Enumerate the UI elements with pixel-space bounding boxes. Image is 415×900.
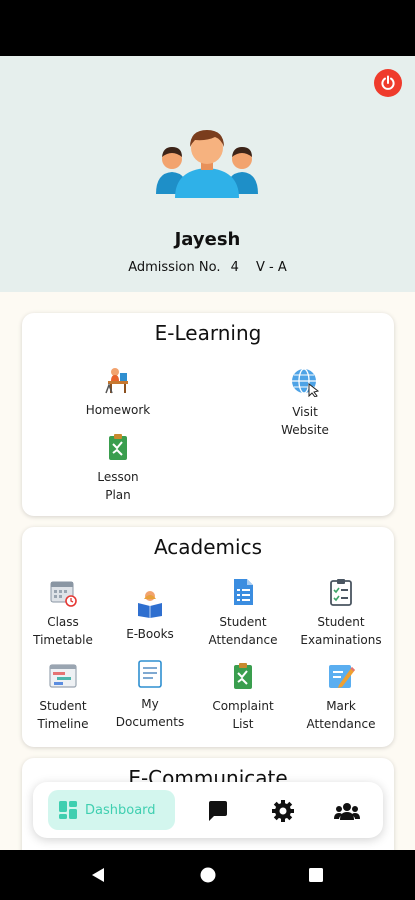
complaint-list-tile[interactable]: Complaint List [193, 661, 293, 733]
class-timetable-tile[interactable]: Class Timetable [13, 577, 113, 649]
nav-settings[interactable] [270, 798, 296, 824]
admission-number: 4 [230, 260, 239, 275]
timeline-icon [49, 664, 77, 688]
visit-website-label: Visit Website [281, 405, 329, 437]
nav-dashboard-label: Dashboard [85, 802, 156, 818]
lesson-plan-label: Lesson Plan [97, 470, 139, 502]
power-icon [381, 75, 395, 90]
e-books-icon [138, 591, 162, 618]
class-section: V - A [256, 260, 287, 275]
status-bar [0, 0, 415, 56]
academics-card: Academics Class Timetable E-Books Studen… [22, 527, 394, 747]
student-examinations-tile[interactable]: Student Examinations [291, 577, 391, 649]
examinations-icon [330, 579, 352, 606]
lesson-plan-icon [109, 434, 127, 460]
homework-label: Homework [85, 403, 151, 417]
documents-icon [138, 660, 162, 688]
nav-messages[interactable] [205, 798, 231, 824]
group-icon [334, 803, 360, 820]
class-timetable-label: Class Timetable [33, 615, 93, 647]
e-learning-title: E-Learning [154, 321, 262, 345]
student-attendance-label: Student Attendance [208, 615, 278, 647]
student-attendance-tile[interactable]: Student Attendance [193, 577, 293, 649]
logout-button[interactable] [374, 69, 402, 97]
admission-label: Admission No. [128, 260, 221, 275]
back-icon[interactable] [89, 866, 107, 884]
chat-icon [209, 801, 227, 821]
student-timeline-tile[interactable]: Student Timeline [13, 661, 113, 733]
my-documents-tile[interactable]: My Documents [100, 659, 200, 731]
nav-people[interactable] [334, 798, 360, 824]
mark-attendance-icon [329, 665, 355, 688]
homework-tile[interactable]: Homework [68, 365, 168, 419]
e-books-tile[interactable]: E-Books [100, 589, 200, 643]
my-documents-label: My Documents [115, 697, 185, 729]
nav-dashboard[interactable]: Dashboard [48, 790, 175, 830]
bottom-navigation: Dashboard [33, 782, 383, 838]
e-books-label: E-Books [126, 627, 174, 641]
dashboard-icon [59, 801, 77, 819]
calendar-icon [50, 581, 77, 607]
lesson-plan-tile[interactable]: Lesson Plan [68, 432, 168, 504]
visit-website-tile[interactable]: Visit Website [255, 367, 355, 439]
home-icon[interactable] [199, 866, 217, 884]
system-navigation-bar [0, 850, 415, 900]
student-avatar [156, 130, 258, 198]
complaint-list-label: Complaint List [212, 699, 274, 731]
mark-attendance-tile[interactable]: Mark Attendance [291, 661, 391, 733]
complaint-icon [234, 663, 252, 689]
student-name: Jayesh [174, 229, 241, 250]
e-learning-card: E-Learning Homework Visit Website Lesson… [22, 313, 394, 516]
attendance-icon [234, 579, 253, 605]
mark-attendance-label: Mark Attendance [306, 699, 376, 731]
admission-info: Admission No. 4 V - A [0, 260, 415, 275]
student-timeline-label: Student Timeline [37, 699, 89, 731]
gear-icon [272, 800, 294, 822]
homework-icon [105, 368, 128, 394]
student-examinations-label: Student Examinations [300, 615, 382, 647]
recents-icon[interactable] [307, 866, 325, 884]
academics-title: Academics [153, 535, 263, 559]
globe-icon [292, 368, 320, 397]
